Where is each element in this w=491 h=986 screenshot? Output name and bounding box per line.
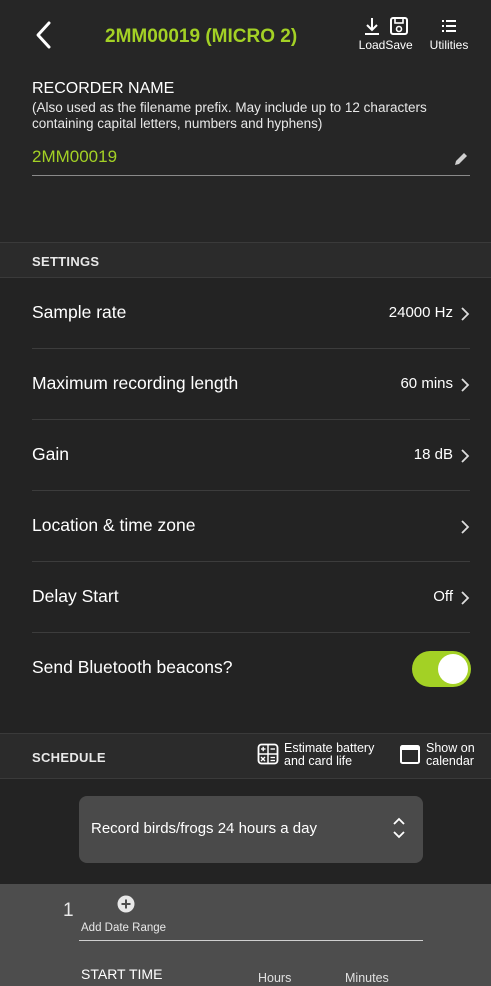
setting-row-bluetooth-beacons: Send Bluetooth beacons?: [0, 633, 491, 704]
schedule-title: SCHEDULE: [32, 750, 106, 765]
back-chevron-icon[interactable]: [32, 20, 56, 50]
chevron-right-icon: [461, 591, 470, 605]
setting-value: 24000 Hz: [388, 304, 453, 321]
estimate-battery-button[interactable]: Estimate battery and card life: [257, 740, 392, 772]
estimate-line-2: and card life: [284, 754, 353, 768]
pencil-icon[interactable]: [452, 150, 470, 168]
start-time-label: START TIME: [81, 966, 163, 982]
toggle-knob: [438, 654, 468, 684]
save-disk-icon: [390, 17, 408, 35]
setting-value: Off: [433, 588, 453, 605]
setting-row-delay-start[interactable]: Delay Start Off: [0, 562, 491, 633]
setting-label: Gain: [32, 444, 69, 464]
recorder-name-label: RECORDER NAME: [32, 80, 175, 97]
setting-value: 18 dB: [413, 446, 453, 463]
save-button[interactable]: Save: [373, 16, 425, 60]
bluetooth-beacons-toggle[interactable]: [412, 651, 471, 687]
add-circle-icon[interactable]: [117, 895, 135, 913]
save-label: Save: [385, 38, 413, 52]
recorder-name-section: RECORDER NAME (Also used as the filename…: [0, 70, 491, 242]
period-number: 1: [63, 900, 74, 921]
minutes-label: Minutes: [345, 971, 389, 985]
top-bar: 2MM00019 (MICRO 2) Load Save Utilities: [0, 0, 491, 70]
hours-label: Hours: [258, 971, 292, 985]
setting-row-location-timezone[interactable]: Location & time zone: [0, 491, 491, 562]
recorder-name-underline: [32, 175, 470, 176]
setting-value: 60 mins: [400, 375, 453, 392]
utilities-label: Utilities: [429, 38, 469, 52]
setting-label: Sample rate: [32, 302, 127, 322]
list-icon: [442, 20, 456, 32]
schedule-selected-value: Record birds/frogs 24 hours a day: [91, 820, 317, 837]
up-down-chevron-icon: [393, 817, 405, 839]
settings-title: SETTINGS: [32, 254, 100, 269]
calendar-icon: [400, 745, 420, 764]
setting-row-sample-rate[interactable]: Sample rate 24000 Hz: [0, 278, 491, 349]
show-on-calendar-button[interactable]: Show on calendar: [399, 740, 485, 772]
page-title: 2MM00019 (MICRO 2): [105, 26, 298, 47]
setting-label: Location & time zone: [32, 515, 196, 535]
calculator-icon: [257, 743, 279, 765]
schedule-select[interactable]: Record birds/frogs 24 hours a day: [79, 796, 423, 863]
recorder-name-help: (Also used as the filename prefix. May i…: [32, 100, 427, 131]
settings-header: SETTINGS: [0, 242, 491, 278]
chevron-right-icon: [461, 449, 470, 463]
recorder-name-input[interactable]: 2MM00019: [32, 147, 117, 167]
calendar-line-2: calendar: [426, 754, 474, 768]
date-range-underline: [79, 940, 423, 941]
utilities-button[interactable]: Utilities: [423, 16, 475, 60]
setting-row-gain[interactable]: Gain 18 dB: [0, 420, 491, 491]
chevron-right-icon: [461, 520, 470, 534]
recording-period-panel: 1 Add Date Range START TIME Hours Minute…: [0, 884, 491, 986]
setting-label: Maximum recording length: [32, 373, 239, 393]
schedule-header: SCHEDULE Estimate battery and card life …: [0, 733, 491, 779]
setting-row-max-recording-length[interactable]: Maximum recording length 60 mins: [0, 349, 491, 420]
chevron-right-icon: [461, 378, 470, 392]
setting-label: Delay Start: [32, 586, 119, 606]
chevron-right-icon: [461, 307, 470, 321]
setting-label: Send Bluetooth beacons?: [32, 657, 233, 677]
add-date-range-link[interactable]: Add Date Range: [81, 922, 166, 934]
